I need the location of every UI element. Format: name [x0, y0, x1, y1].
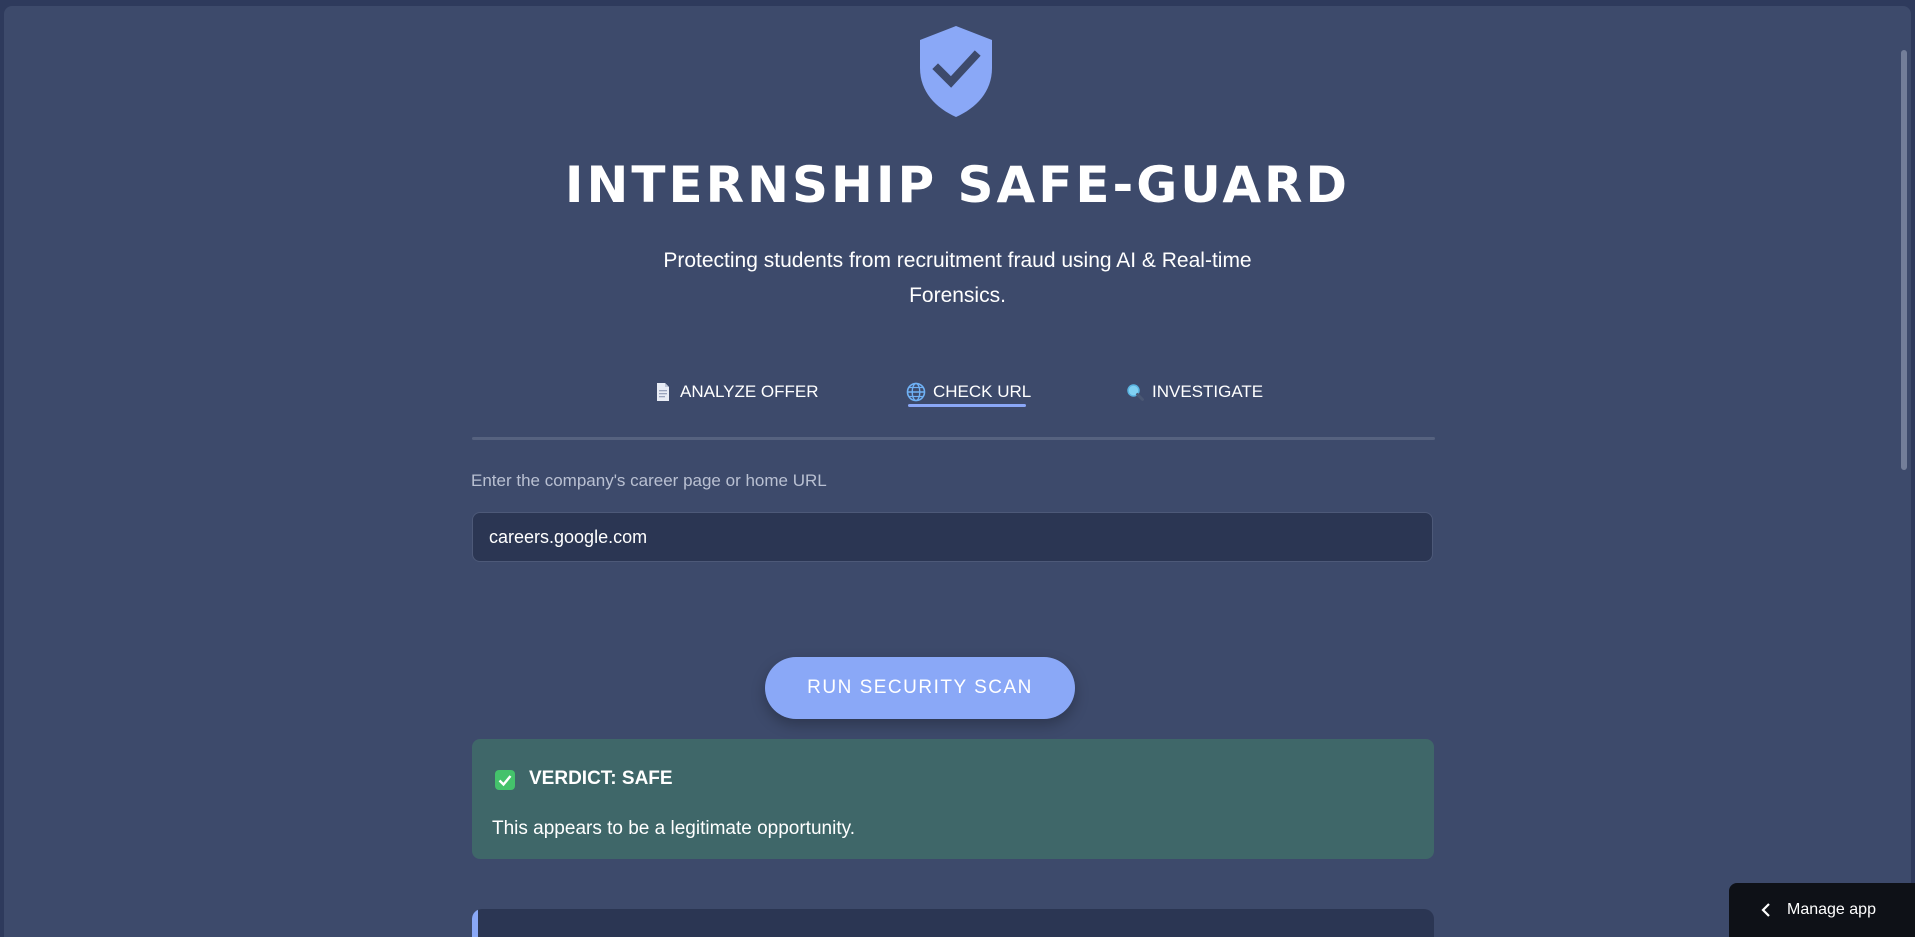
tab-analyze-offer-label: ANALYZE OFFER [680, 382, 819, 401]
tab-investigate[interactable]: INVESTIGATE [1125, 372, 1263, 412]
chevron-left-icon [1761, 903, 1770, 917]
manage-app-label: Manage app [1787, 901, 1876, 918]
url-input[interactable] [472, 512, 1433, 562]
tab-check-url-label: CHECK URL [933, 382, 1032, 401]
magnifier-icon [1125, 382, 1145, 402]
tab-investigate-label: INVESTIGATE [1152, 382, 1264, 401]
url-field-label: Enter the company's career page or home … [471, 471, 827, 490]
verdict-title: VERDICT: SAFE [529, 768, 673, 789]
page-title: INTERNSHIP SAFE-GUARD [564, 156, 1351, 214]
document-icon [653, 382, 673, 402]
verdict-panel: VERDICT: SAFE This appears to be a legit… [472, 739, 1434, 859]
tab-analyze-offer[interactable]: ANALYZE OFFER [653, 372, 819, 412]
run-security-scan-button[interactable]: RUN SECURITY SCAN [765, 657, 1075, 719]
tabs-divider [472, 437, 1435, 440]
manage-app-button[interactable]: Manage app [1729, 883, 1915, 937]
active-tab-indicator [908, 404, 1026, 407]
result-details-card [472, 909, 1434, 937]
shield-check-icon [920, 26, 992, 117]
app-main: INTERNSHIP SAFE-GUARD Protecting student… [4, 6, 1911, 937]
checkmark-box-icon [495, 770, 515, 790]
page-subtitle: Protecting students from recruitment fra… [663, 249, 1252, 307]
result-card-accent [472, 909, 478, 937]
globe-icon [906, 382, 926, 402]
verdict-message: This appears to be a legitimate opportun… [492, 818, 855, 839]
